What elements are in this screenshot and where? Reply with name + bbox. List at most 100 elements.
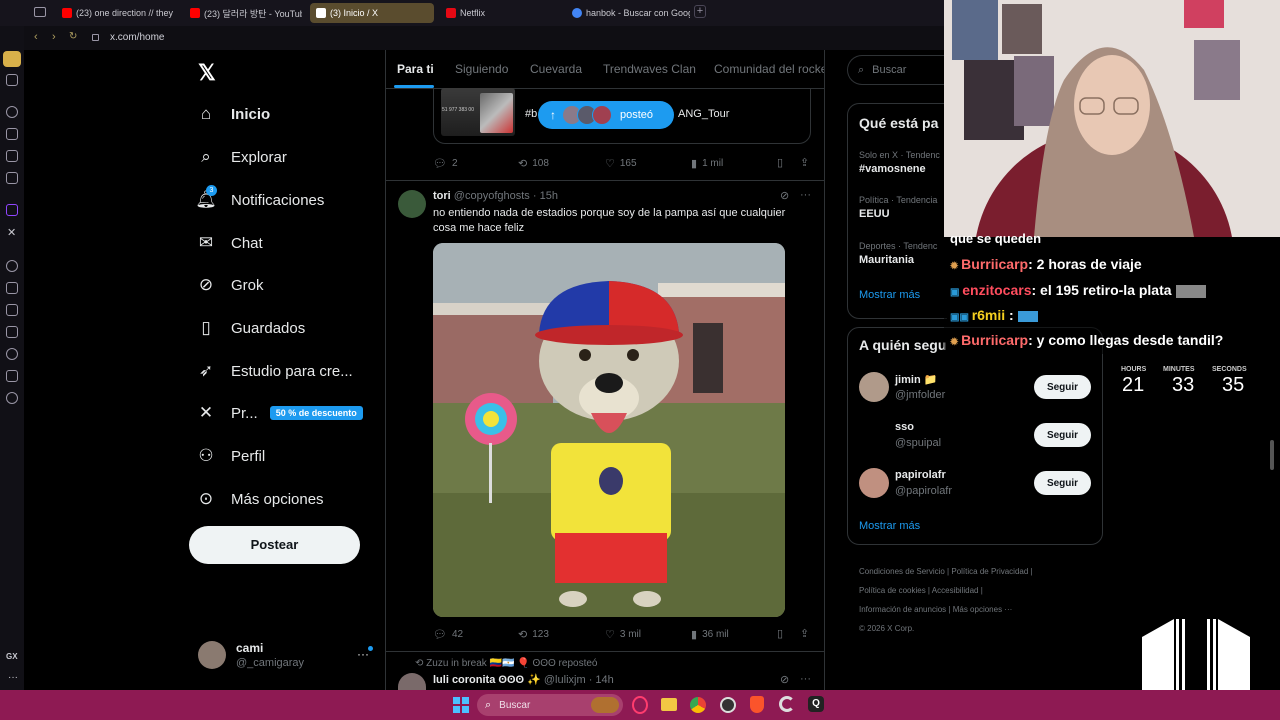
pin-icon[interactable] xyxy=(6,326,18,338)
x-logo-icon[interactable]: 𝕏 xyxy=(198,60,216,86)
settings-icon[interactable] xyxy=(6,392,18,404)
forward-icon[interactable]: › xyxy=(52,31,56,43)
taskbar-brave-icon[interactable] xyxy=(750,696,764,713)
back-icon[interactable]: ‹ xyxy=(34,31,38,43)
taskbar-search[interactable]: ⌕ Buscar xyxy=(477,694,623,716)
url-field[interactable]: x.com/home xyxy=(110,32,164,43)
taskbar-files-icon[interactable] xyxy=(661,698,677,711)
reply-action[interactable]: 💬︎ 42 xyxy=(433,628,463,641)
footer-link-ads[interactable]: Información de anuncios xyxy=(859,605,946,614)
follow-button[interactable]: Seguir xyxy=(1034,375,1091,399)
home-icon[interactable] xyxy=(3,51,21,67)
tab-following[interactable]: Siguiendo xyxy=(455,62,508,76)
next-tweet-handle[interactable]: @lulixjm xyxy=(544,674,586,686)
taskbar-opera-gx-icon[interactable] xyxy=(632,696,648,714)
nav-premium[interactable]: ✕ Pr... 50 % de descuento xyxy=(196,403,363,423)
workspaces-icon[interactable] xyxy=(34,7,46,17)
tab-cuevarda[interactable]: Cuevarda xyxy=(530,62,582,76)
tweet-author[interactable]: tori xyxy=(433,190,451,202)
reply-action[interactable]: 💬︎ 2 xyxy=(433,157,458,170)
follow-avatar[interactable] xyxy=(859,420,889,450)
footer-link-terms[interactable]: Condiciones de Servicio xyxy=(859,567,945,576)
player-icon[interactable] xyxy=(6,260,18,272)
retweet-action[interactable]: ⟲ 108 xyxy=(518,157,549,170)
taskbar-chrome-icon[interactable] xyxy=(690,697,706,713)
tab-google[interactable]: hanbok - Buscar con Goog xyxy=(566,3,690,23)
trend-item[interactable]: Deportes · Tendenc Mauritania xyxy=(859,241,937,266)
apps-icon[interactable] xyxy=(6,282,18,294)
trend-item[interactable]: Política · Tendencia EEUU xyxy=(859,195,937,220)
box-icon[interactable] xyxy=(6,370,18,382)
tab-netflix[interactable]: Netflix xyxy=(440,3,560,23)
search-input[interactable]: ⌕ Buscar xyxy=(847,55,947,85)
gamepad-icon[interactable] xyxy=(6,74,18,86)
tab-youtube-2[interactable]: (23) 달러라 방탄 - YouTube xyxy=(184,3,302,23)
grok-action-icon[interactable]: ⊘ xyxy=(780,673,789,686)
follow-avatar[interactable] xyxy=(859,372,889,402)
more-dots-icon[interactable]: ··· xyxy=(8,672,18,683)
follow-name[interactable]: sso xyxy=(895,421,914,433)
extensions-icon[interactable] xyxy=(6,128,18,140)
bookmark-action[interactable]: ▯ xyxy=(777,156,788,169)
page-scrollbar[interactable] xyxy=(1270,440,1274,470)
taskbar-q-app-icon[interactable]: Q xyxy=(808,696,824,712)
footer-link-accessibility[interactable]: Accesibilidad xyxy=(932,586,979,595)
nav-studio[interactable]: ➶ Estudio para cre... xyxy=(196,361,353,381)
footer-link-more[interactable]: Más opciones ··· xyxy=(953,605,1013,614)
reload-icon[interactable]: ↻ xyxy=(69,31,77,42)
like-action[interactable]: ♡ 3 mil xyxy=(605,628,641,641)
follow-name[interactable]: jimin 📁 xyxy=(895,373,937,386)
tweet-more-icon[interactable]: ··· xyxy=(800,673,811,685)
history-icon[interactable] xyxy=(6,106,18,118)
taskbar-obs-icon[interactable] xyxy=(720,697,736,713)
trends-show-more[interactable]: Mostrar más xyxy=(859,289,920,301)
share-action[interactable]: ⇪ xyxy=(800,627,814,640)
nav-grok[interactable]: ⊘ Grok xyxy=(196,275,264,295)
next-tweet-author[interactable]: luli coronita ʘʘʘ ✨ xyxy=(433,674,541,686)
nav-home[interactable]: ⌂ Inicio xyxy=(196,104,270,124)
heart-icon[interactable] xyxy=(6,304,18,316)
bookmark-action[interactable]: ▯ xyxy=(777,627,788,640)
post-button[interactable]: Postear xyxy=(189,526,360,564)
messenger-icon[interactable] xyxy=(6,172,18,184)
nav-more[interactable]: ⊙ Más opciones xyxy=(196,489,324,509)
nav-chat[interactable]: ✉ Chat xyxy=(196,233,263,253)
footer-link-cookies[interactable]: Política de cookies xyxy=(859,586,926,595)
x-app-icon[interactable]: ✕ xyxy=(7,226,16,239)
new-tab-button[interactable]: + xyxy=(694,5,706,18)
like-action[interactable]: ♡ 165 xyxy=(605,157,637,170)
tweet-avatar[interactable] xyxy=(398,190,426,218)
tab-comunidad[interactable]: Comunidad del rocke xyxy=(714,62,824,76)
follow-avatar[interactable] xyxy=(859,468,889,498)
tab-youtube-1[interactable]: (23) one direction // they d xyxy=(56,3,174,23)
views-action[interactable]: ▮ 36 mil xyxy=(691,628,729,641)
clock-icon[interactable] xyxy=(6,348,18,360)
retweet-action[interactable]: ⟲ 123 xyxy=(518,628,549,641)
nav-explore[interactable]: ⌕ Explorar xyxy=(196,147,287,167)
twitch-icon[interactable] xyxy=(6,204,18,216)
gx-icon[interactable]: GX xyxy=(6,652,18,661)
follow-button[interactable]: Seguir xyxy=(1034,423,1091,447)
tweet-handle[interactable]: @copyofghosts xyxy=(454,190,530,202)
follow-show-more[interactable]: Mostrar más xyxy=(859,520,920,532)
nav-bookmarks[interactable]: ▯ Guardados xyxy=(196,318,305,338)
wallet-icon[interactable] xyxy=(6,150,18,162)
tweet-media[interactable] xyxy=(433,243,785,617)
nav-notifications[interactable]: 🔔︎ 3 Notificaciones xyxy=(195,185,324,210)
share-action[interactable]: ⇪ xyxy=(800,156,814,169)
grok-action-icon[interactable]: ⊘ xyxy=(780,189,789,202)
account-avatar[interactable] xyxy=(198,641,226,669)
views-action[interactable]: ▮ 1 mil xyxy=(691,157,723,170)
nav-profile[interactable]: ⚇ Perfil xyxy=(196,446,265,466)
start-windows-icon[interactable] xyxy=(453,697,469,713)
new-posts-pill[interactable]: ↑ posteó xyxy=(538,101,674,129)
tweet-time[interactable]: · 15h xyxy=(533,190,558,202)
next-tweet-time[interactable]: · 14h xyxy=(589,674,614,686)
footer-link-privacy[interactable]: Política de Privacidad xyxy=(951,567,1028,576)
follow-name[interactable]: papirolafr xyxy=(895,469,946,481)
tweet-more-icon[interactable]: ··· xyxy=(800,189,811,201)
trend-item[interactable]: Solo en X · Tendenc #vamosnene xyxy=(859,150,940,175)
tab-for-you[interactable]: Para ti xyxy=(397,62,434,76)
tab-trendwaves[interactable]: Trendwaves Clan xyxy=(603,62,696,76)
tab-x-home[interactable]: (3) Inicio / X xyxy=(310,3,434,23)
